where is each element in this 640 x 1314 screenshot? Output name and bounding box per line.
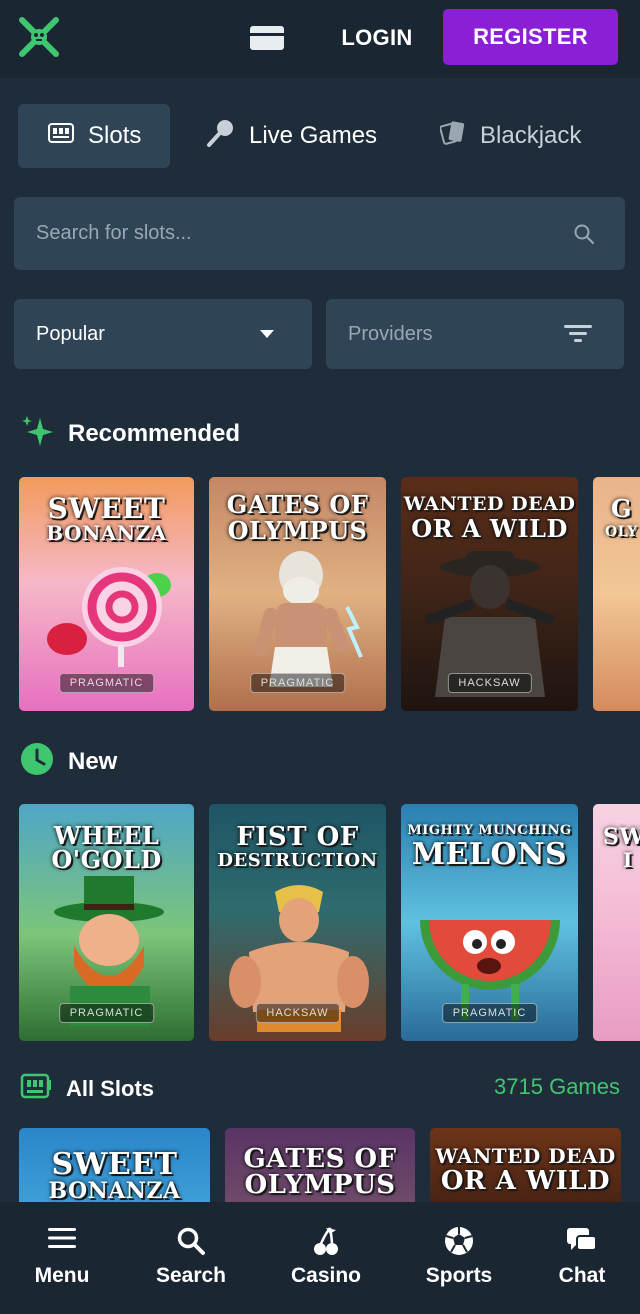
- provider-badge: PRAGMATIC: [58, 673, 155, 693]
- section-title: Recommended: [68, 420, 241, 447]
- nav-label: Search: [155, 1264, 227, 1287]
- section-title: New: [68, 748, 118, 775]
- search-icon: [176, 1226, 206, 1261]
- slot-machine-icon: [20, 1072, 52, 1107]
- game-card-wanted-dead-or-a-wild[interactable]: WANTED DEAD OR A WILD HACKSAW: [401, 477, 578, 711]
- nav-label: Sports: [425, 1264, 493, 1287]
- nav-sports[interactable]: Sports: [404, 1202, 514, 1314]
- clock-icon: [20, 742, 54, 783]
- crossed-swords-logo[interactable]: [16, 14, 62, 60]
- game-title: WANTED DEAD: [435, 1144, 616, 1168]
- section-new: New: [20, 742, 118, 783]
- game-card-mighty-munching-melons[interactable]: MIGHTY MUNCHING MELONS PRAGMATIC: [401, 804, 578, 1041]
- game-card-sweet-bonanza[interactable]: SWEET BONANZA: [19, 1128, 210, 1202]
- hamburger-icon: [48, 1226, 76, 1255]
- bottom-nav: Menu Search Casino Sports Chat: [0, 1202, 640, 1314]
- game-card-gates-of-olympus-partial[interactable]: G OLY: [593, 477, 640, 711]
- game-title: GATES OF: [243, 1144, 397, 1174]
- game-subtitle: I: [623, 848, 633, 872]
- provider-badge: PRAGMATIC: [58, 1003, 155, 1023]
- chat-bubbles-icon: [567, 1226, 597, 1259]
- game-title: SW: [603, 824, 640, 850]
- game-title: FIST OF: [236, 822, 359, 852]
- tab-slots[interactable]: Slots: [18, 104, 170, 168]
- game-card-fist-of-destruction[interactable]: FIST OF DESTRUCTION HACKSAW: [209, 804, 386, 1041]
- tab-blackjack[interactable]: Blackjack: [439, 104, 630, 168]
- game-subtitle: OLY: [605, 524, 638, 540]
- game-card-sweet-bonanza[interactable]: SWEET BONANZA PRAGMATIC: [19, 477, 194, 711]
- section-title: All Slots: [66, 1076, 155, 1101]
- nav-chat[interactable]: Chat: [527, 1202, 637, 1314]
- login-button[interactable]: LOGIN: [330, 20, 424, 56]
- nav-label: Menu: [34, 1264, 90, 1287]
- sort-value: Popular: [36, 323, 105, 345]
- tab-label: Slots: [88, 122, 142, 149]
- nav-label: Casino: [290, 1264, 361, 1287]
- tab-label: Live Games: [249, 122, 378, 149]
- game-subtitle: MELONS: [411, 837, 568, 872]
- slot-machine-icon: [48, 122, 74, 150]
- tab-label: Blackjack: [480, 122, 582, 149]
- zeus-art: [254, 551, 363, 687]
- soccer-ball-icon: [444, 1226, 474, 1261]
- slot-search: [14, 197, 625, 270]
- game-card-sweet-partial[interactable]: SW I: [593, 804, 640, 1041]
- cherries-icon: [312, 1226, 340, 1261]
- section-all-slots: All Slots: [20, 1072, 154, 1106]
- game-subtitle: OLYMPUS: [227, 516, 368, 545]
- sort-dropdown[interactable]: Popular: [14, 299, 312, 369]
- top-bar: LOGIN REGISTER: [0, 0, 640, 78]
- section-recommended: Recommended: [20, 414, 241, 455]
- provider-badge: HACKSAW: [255, 1003, 340, 1023]
- register-button[interactable]: REGISTER: [443, 9, 618, 65]
- chevron-down-icon: [260, 330, 274, 338]
- game-title: G: [611, 494, 632, 523]
- game-title: SWEET: [47, 492, 166, 525]
- games-count: 3715 Games: [494, 1074, 620, 1099]
- game-title: SWEET: [51, 1147, 178, 1182]
- search-input[interactable]: [36, 197, 556, 270]
- game-card-gates-of-olympus[interactable]: GATES OF OLYMPUS PRAGMATIC: [209, 477, 386, 711]
- provider-badge: PRAGMATIC: [249, 673, 346, 693]
- game-card-wanted-dead-or-a-wild[interactable]: WANTED DEAD OR A WILD: [430, 1128, 621, 1202]
- game-subtitle: BONANZA: [48, 1178, 181, 1202]
- nav-menu[interactable]: Menu: [7, 1202, 117, 1314]
- game-subtitle: DESTRUCTION: [217, 850, 378, 871]
- nav-casino[interactable]: Casino: [271, 1202, 381, 1314]
- playing-cards-icon: [439, 119, 466, 154]
- search-icon[interactable]: [573, 223, 595, 250]
- game-subtitle: OLYMPUS: [244, 1170, 396, 1200]
- game-card-gates-of-olympus[interactable]: GATES OF OLYMPUS: [225, 1128, 415, 1202]
- game-title: WANTED DEAD: [403, 493, 576, 515]
- nav-search[interactable]: Search: [136, 1202, 246, 1314]
- nav-label: Chat: [558, 1264, 606, 1287]
- provider-badge: HACKSAW: [447, 673, 532, 693]
- game-title: GATES OF: [226, 490, 369, 519]
- game-subtitle: O'GOLD: [51, 845, 162, 874]
- game-title: MIGHTY MUNCHING: [407, 823, 572, 838]
- providers-label: Providers: [348, 323, 433, 345]
- lollipop-art: [47, 567, 171, 667]
- game-subtitle: OR A WILD: [440, 1166, 611, 1196]
- category-tabs: Slots Live Games Blackjack: [0, 104, 640, 168]
- game-subtitle: BONANZA: [46, 521, 167, 545]
- game-card-wheel-o-gold[interactable]: WHEEL O'GOLD PRAGMATIC: [19, 804, 194, 1041]
- provider-badge: PRAGMATIC: [441, 1003, 538, 1023]
- microphone-icon: [205, 118, 235, 155]
- game-subtitle: OR A WILD: [411, 514, 568, 543]
- filter-icon: [564, 323, 592, 350]
- credit-card-icon[interactable]: [250, 26, 284, 50]
- providers-filter[interactable]: Providers: [326, 299, 624, 369]
- tab-live-games[interactable]: Live Games: [205, 104, 395, 168]
- sparkle-icon: [20, 414, 54, 455]
